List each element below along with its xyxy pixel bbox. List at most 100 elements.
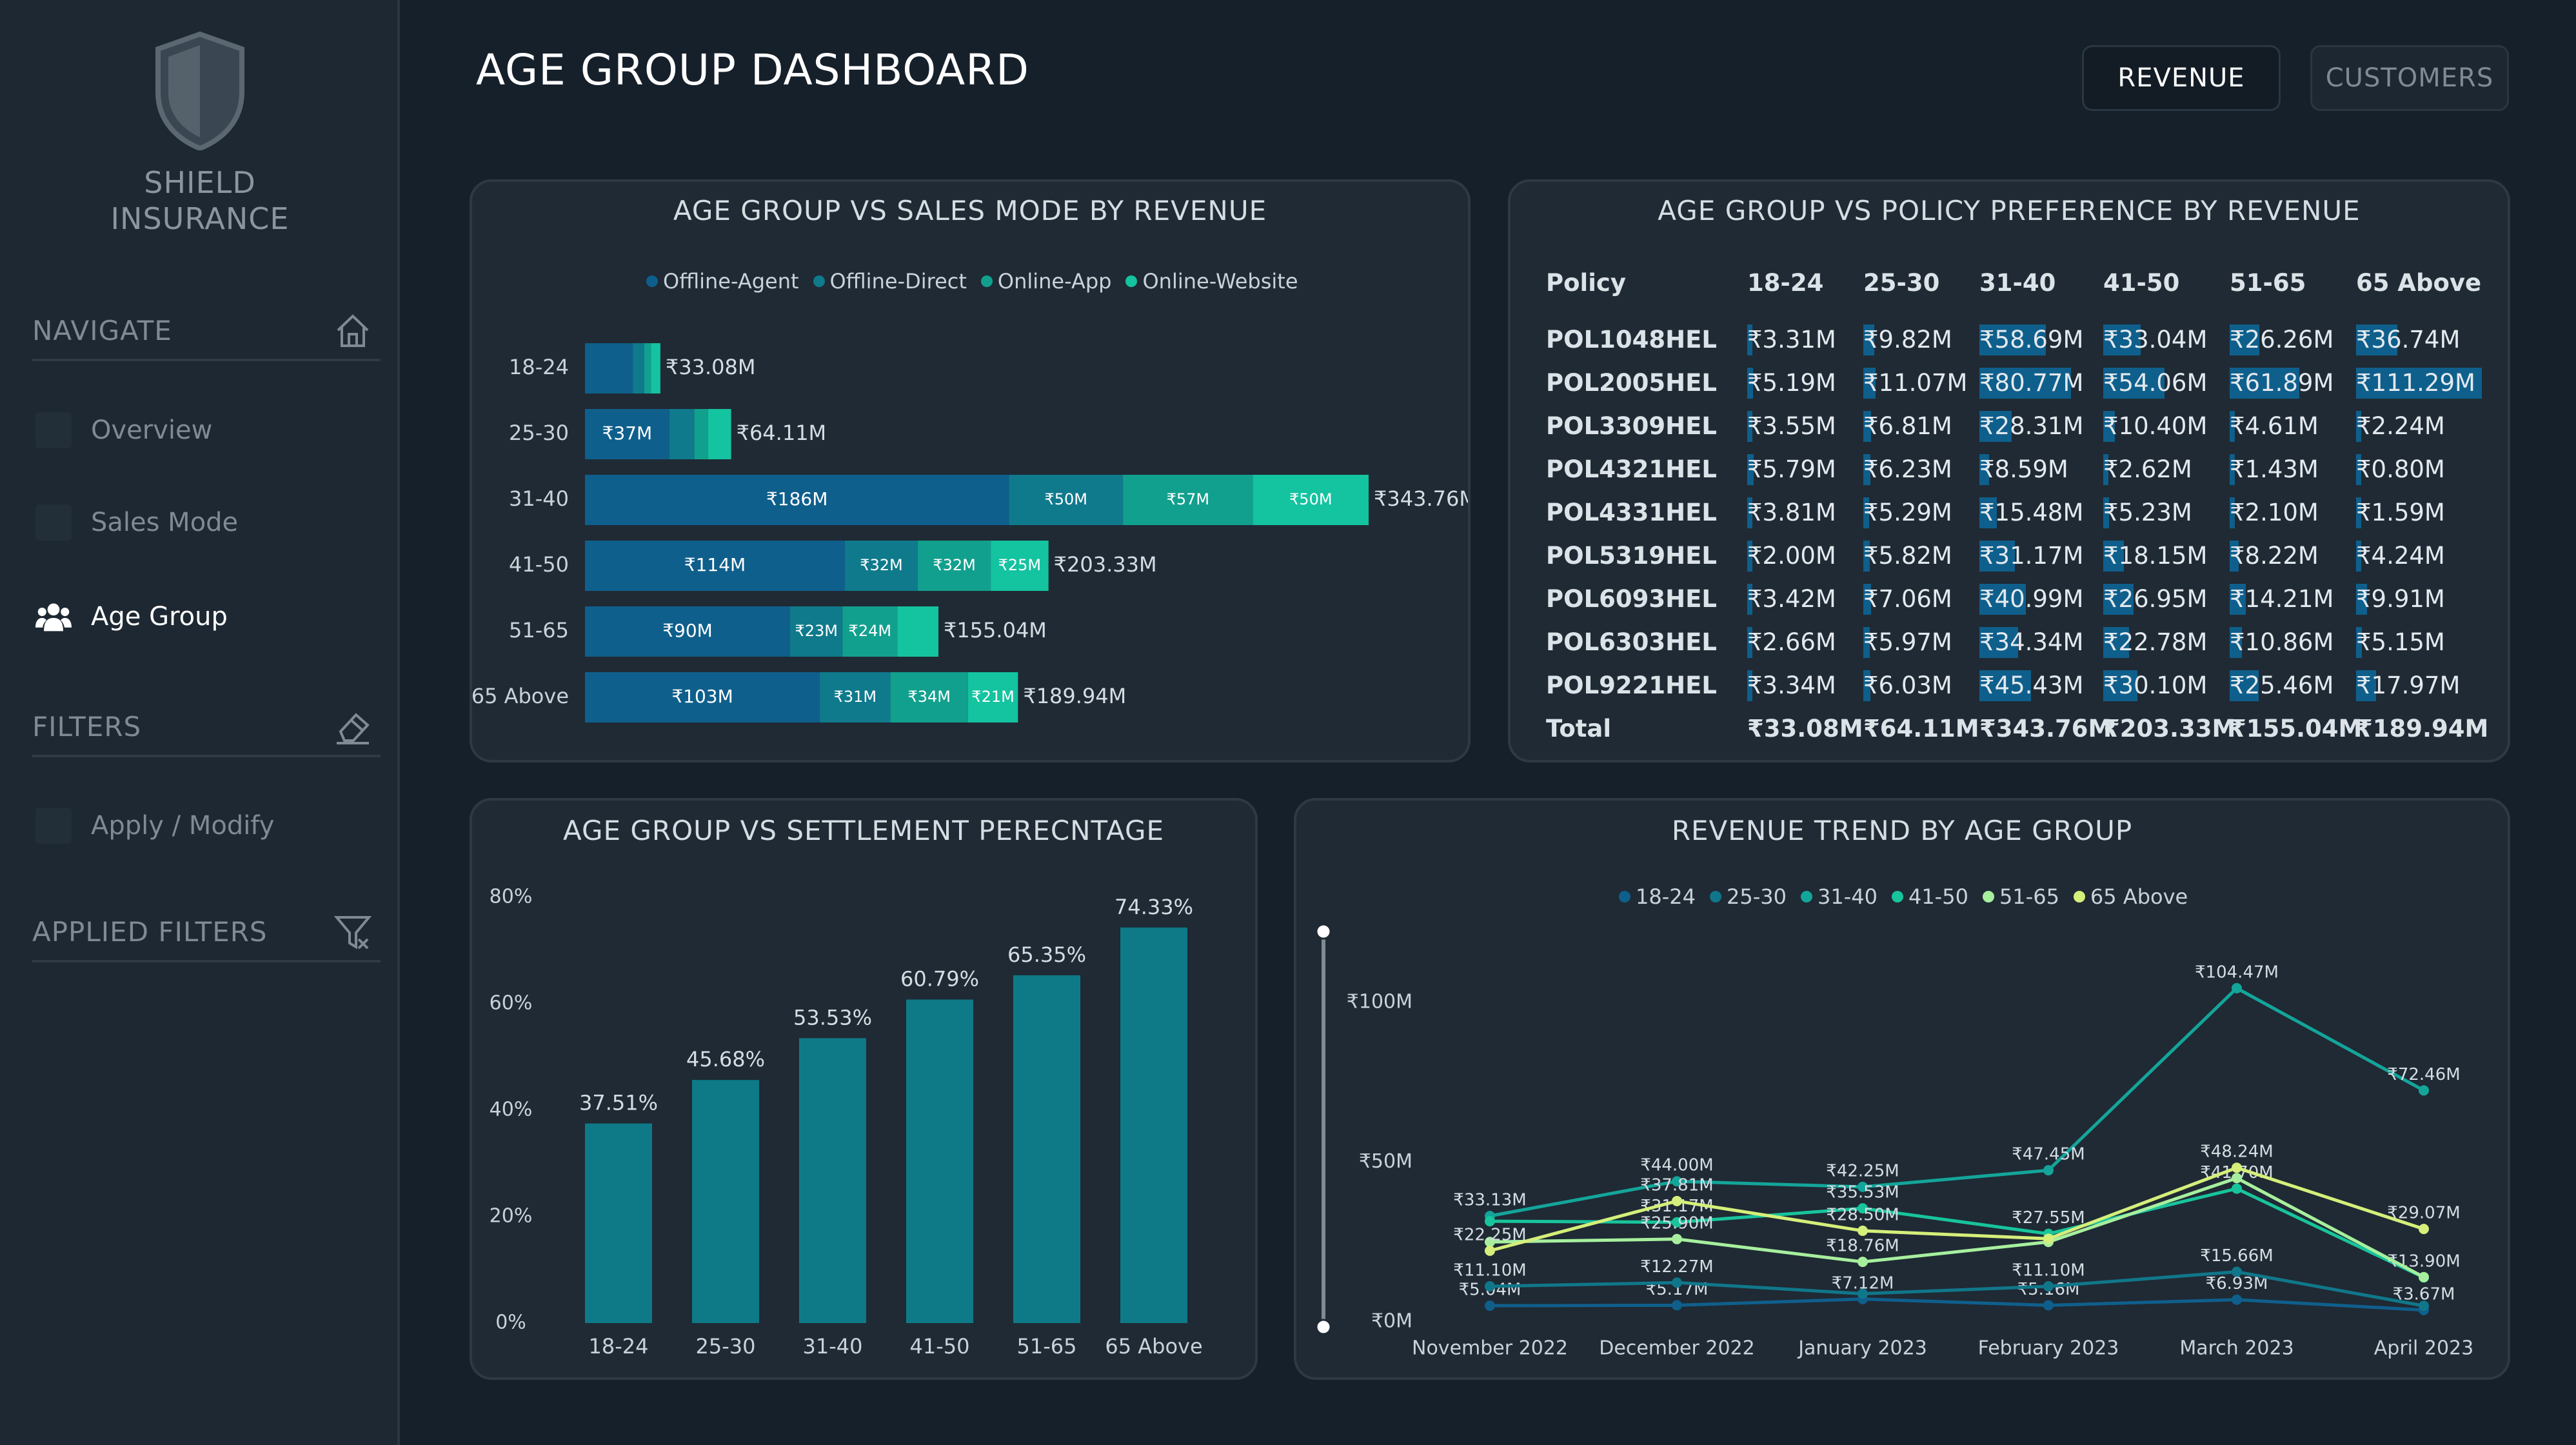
matrix-cell: ₹4.24M <box>2356 539 2445 573</box>
cell-text: ₹34.34M <box>1979 628 2084 656</box>
filters-label: FILTERS <box>32 711 142 742</box>
matrix-cell: ₹26.26M <box>2230 323 2333 357</box>
cell-text: POL2005HEL <box>1546 369 1717 397</box>
bar-segment <box>708 409 731 459</box>
brand-name: SHIELD INSURANCE <box>0 164 400 237</box>
bar-total-label: ₹155.04M <box>944 618 1047 643</box>
data-point <box>1672 1195 1682 1206</box>
data-point <box>1485 1300 1495 1311</box>
cell-text: ₹17.97M <box>2356 672 2461 699</box>
cell-text: ₹64.11M <box>1863 715 1979 742</box>
customers-button[interactable]: CUSTOMERS <box>2310 45 2509 111</box>
bar-value-label: ₹103M <box>671 686 733 707</box>
cell-text: ₹2.62M <box>2103 455 2192 483</box>
nav-item-age-group[interactable]: Age Group <box>35 594 228 639</box>
revenue-button[interactable]: REVENUE <box>2082 45 2281 111</box>
cell-text: ₹4.24M <box>2356 542 2445 570</box>
cell-text: ₹1.59M <box>2356 499 2445 526</box>
sales-mode-card: AGE GROUP VS SALES MODE BY REVENUE Offli… <box>470 179 1471 762</box>
cell-text: ₹80.77M <box>1979 369 2084 397</box>
bar-value-label: 45.68% <box>686 1047 765 1071</box>
matrix-cell: ₹4.61M <box>2230 409 2319 444</box>
sidebar: SHIELD INSURANCE NAVIGATE Overview Sales… <box>0 0 400 1445</box>
matrix-cell: ₹5.15M <box>2356 625 2445 660</box>
cell-text: ₹189.94M <box>2356 715 2489 742</box>
nav-chip <box>35 504 72 541</box>
cell-text: ₹58.69M <box>1979 326 2084 354</box>
cell-text: ₹7.06M <box>1863 585 1952 613</box>
matrix-cell: ₹22.78M <box>2103 625 2207 660</box>
cell-text: ₹5.97M <box>1863 628 1952 656</box>
matrix-cell: ₹10.40M <box>2103 409 2207 444</box>
category-label: 41-50 <box>509 552 569 577</box>
total-cell: ₹203.33M <box>2103 712 2235 746</box>
matrix-cell: ₹58.69M <box>1979 323 2083 357</box>
bar-value-label: ₹23M <box>795 622 838 640</box>
y-tick-label: ₹0M <box>1371 1310 1412 1333</box>
bar-value-label: ₹31M <box>834 688 877 706</box>
cell-text: ₹9.82M <box>1863 326 1952 354</box>
slider-handle-top <box>1315 923 1332 940</box>
matrix-cell: ₹36.74M <box>2356 323 2460 357</box>
bar-segment <box>651 343 660 394</box>
matrix-cell: ₹2.62M <box>2103 452 2192 487</box>
cell-text: Policy <box>1546 269 1626 297</box>
trend-card: REVENUE TREND BY AGE GROUP 18-24 25-30 31-… <box>1294 798 2510 1380</box>
total-cell: ₹343.76M <box>1979 712 2112 746</box>
data-point <box>1672 1300 1682 1311</box>
series-line <box>1489 1297 2424 1312</box>
point-label: ₹11.10M <box>1453 1261 1526 1281</box>
matrix-cell: ₹40.99M <box>1979 582 2083 617</box>
cell-text: ₹3.42M <box>1747 585 1836 613</box>
data-point <box>2232 1294 2242 1305</box>
total-cell: ₹64.11M <box>1863 712 1979 746</box>
nav-item-overview[interactable]: Overview <box>35 408 212 453</box>
nav-item-apply-modify[interactable]: Apply / Modify <box>35 803 274 848</box>
cell-text: ₹111.29M <box>2356 369 2475 397</box>
point-label: ₹25.90M <box>1640 1213 1713 1233</box>
cell-text: ₹18.15M <box>2103 542 2208 570</box>
total-label: Total <box>1546 712 1611 746</box>
cell-text: ₹2.00M <box>1747 542 1836 570</box>
home-icon[interactable] <box>332 310 374 352</box>
matrix-cell: ₹6.81M <box>1863 409 1952 444</box>
matrix-cell: ₹2.24M <box>2356 409 2445 444</box>
bar-value-label: 53.53% <box>793 1005 872 1030</box>
data-point <box>2419 1300 2429 1311</box>
cell-text: ₹6.03M <box>1863 672 1952 699</box>
data-point <box>2419 1271 2429 1282</box>
cell-text: ₹28.31M <box>1979 412 2084 440</box>
nav-item-sales-mode[interactable]: Sales Mode <box>35 500 238 545</box>
data-point <box>1672 1277 1682 1288</box>
point-label: ₹47.45M <box>2012 1145 2085 1164</box>
filter-icon[interactable] <box>332 911 374 953</box>
filters-section: FILTERS <box>32 711 381 757</box>
eraser-icon[interactable] <box>332 706 374 748</box>
point-label: ₹37.81M <box>1640 1175 1713 1195</box>
cell-text: POL4321HEL <box>1546 455 1717 483</box>
point-label: ₹15.66M <box>2200 1246 2273 1266</box>
page-title: AGE GROUP DASHBOARD <box>476 45 1029 95</box>
cell-text: ₹33.08M <box>1747 715 1863 742</box>
row-header: POL6093HEL <box>1546 582 1717 617</box>
point-label: ₹104.47M <box>2195 962 2279 982</box>
matrix-cell: ₹7.06M <box>1863 582 1952 617</box>
matrix-cell: ₹28.31M <box>1979 409 2083 444</box>
matrix-cell: ₹26.95M <box>2103 582 2207 617</box>
nav-item-label: Sales Mode <box>91 508 239 537</box>
users-icon <box>35 599 72 635</box>
cell-text: ₹5.79M <box>1747 455 1836 483</box>
bar-segment <box>585 343 633 394</box>
column-header: 51-65 <box>2230 266 2306 301</box>
matrix-cell: ₹9.82M <box>1863 323 1952 357</box>
cell-text: POL1048HEL <box>1546 326 1717 354</box>
row-header: POL2005HEL <box>1546 366 1717 401</box>
matrix-cell: ₹2.10M <box>2230 495 2319 530</box>
bar-total-label: ₹189.94M <box>1023 684 1126 708</box>
matrix-cell: ₹5.23M <box>2103 495 2192 530</box>
data-point <box>2419 1085 2429 1096</box>
matrix-cell: ₹18.15M <box>2103 539 2207 573</box>
x-tick-label: November 2022 <box>1412 1337 1568 1360</box>
bar-value-label: ₹50M <box>1045 490 1088 508</box>
data-point <box>2043 1281 2054 1292</box>
